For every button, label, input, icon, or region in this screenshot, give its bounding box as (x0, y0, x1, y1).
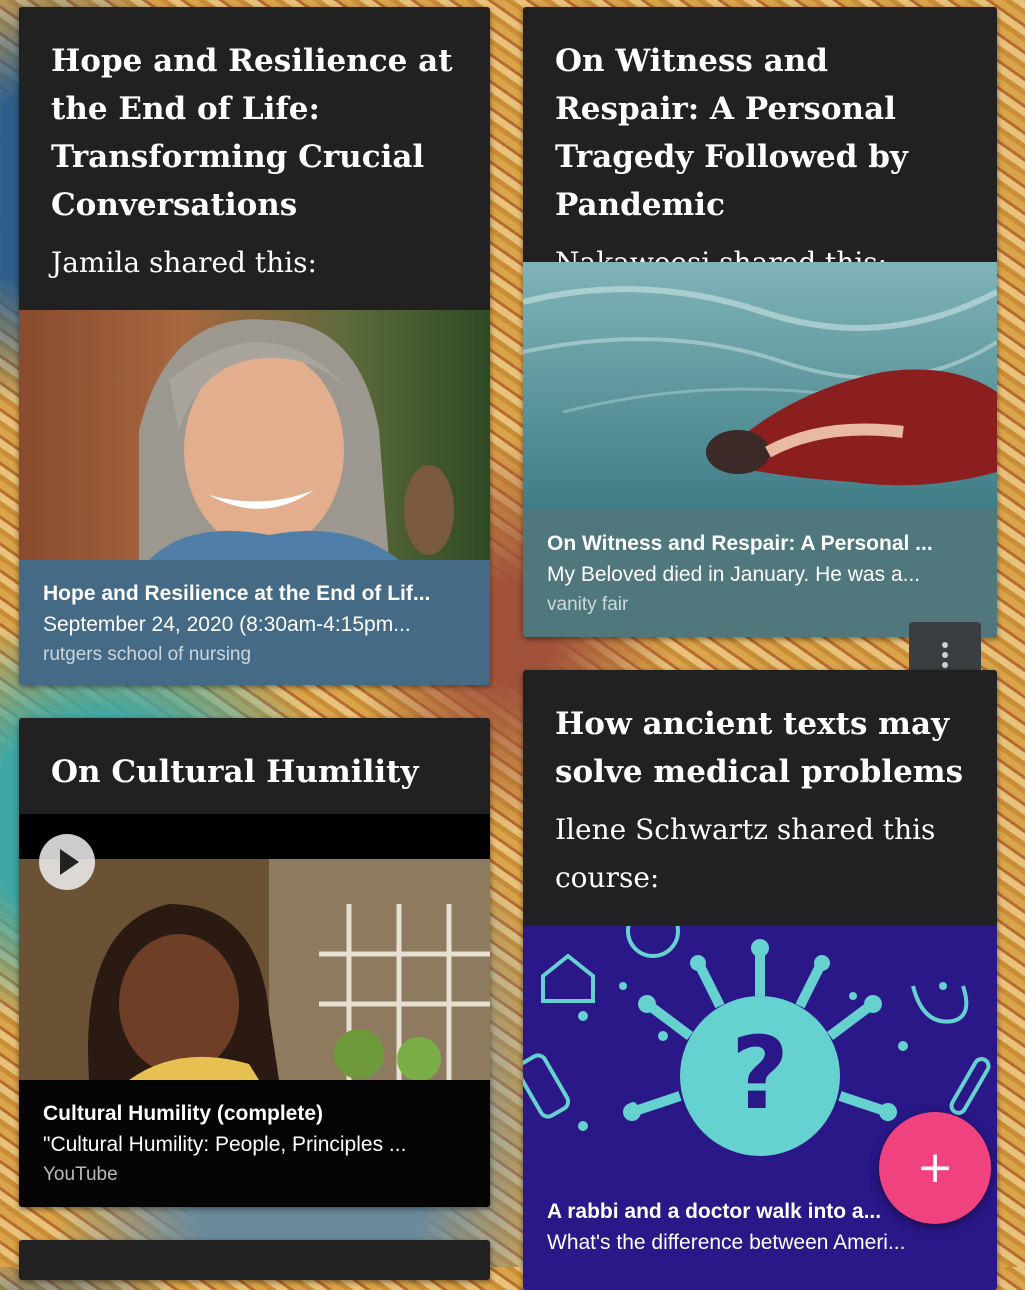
link-title: Cultural Humility (complete) (43, 1102, 324, 1125)
video-thumbnail[interactable] (19, 814, 490, 1080)
link-title: On Witness and Respair: A Personal ... (547, 532, 933, 555)
link-thumbnail[interactable] (523, 262, 997, 510)
post-card[interactable]: On Cultural Humility Cultural Humility (… (19, 718, 490, 1207)
post-card[interactable] (19, 1240, 490, 1280)
add-post-button[interactable]: + (879, 1112, 991, 1224)
shared-by-text: Jamila shared this: (51, 246, 317, 279)
shared-by-text: Ilene Schwartz shared this course: (555, 813, 936, 894)
link-source: rutgers school of nursing (43, 644, 252, 665)
post-card[interactable]: Hope and Resilience at the End of Life: … (19, 7, 490, 685)
post-title: On Witness and Respair: A Personal Trage… (555, 43, 908, 223)
post-title: Hope and Resilience at the End of Life: … (51, 43, 453, 223)
link-description: "Cultural Humility: People, Principles .… (43, 1133, 407, 1156)
link-description: What's the difference between Ameri... (547, 1231, 906, 1254)
link-source: vanity fair (547, 594, 629, 615)
post-title: How ancient texts may solve medical prob… (555, 706, 964, 790)
link-preview[interactable]: Hope and Resilience at the End of Lif...… (19, 560, 490, 685)
link-description: My Beloved died in January. He was a... (547, 563, 921, 586)
link-title: Hope and Resilience at the End of Lif... (43, 582, 431, 605)
post-card[interactable]: On Witness and Respair: A Personal Trage… (523, 7, 997, 637)
link-description: September 24, 2020 (8:30am-4:15pm... (43, 613, 411, 636)
play-icon[interactable] (39, 834, 95, 890)
link-preview[interactable]: On Witness and Respair: A Personal ... M… (523, 510, 997, 637)
post-title: On Cultural Humility (51, 754, 419, 790)
plus-icon: + (916, 1142, 954, 1193)
link-thumbnail[interactable] (19, 310, 490, 560)
link-source: YouTube (43, 1164, 118, 1185)
question-mark: ? (731, 1015, 789, 1132)
link-preview[interactable]: Cultural Humility (complete) "Cultural H… (19, 1080, 490, 1207)
